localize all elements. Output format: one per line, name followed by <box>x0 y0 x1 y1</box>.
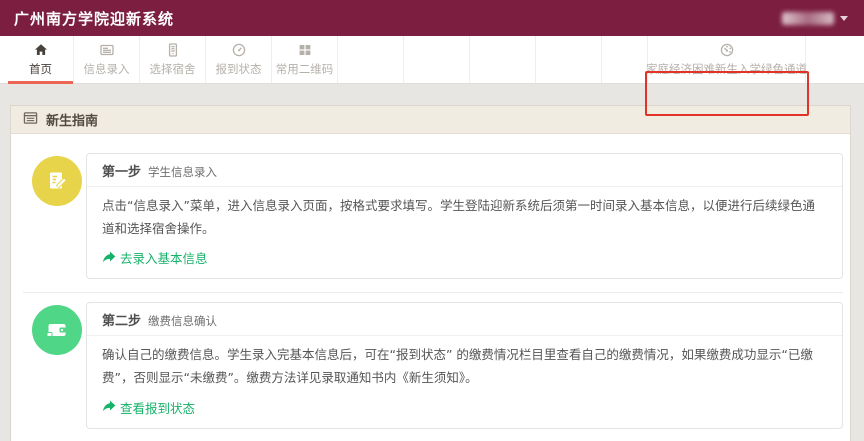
nav-spacer <box>602 36 648 83</box>
tab-checkin-status[interactable]: 报到状态 <box>206 36 272 83</box>
dashboard-icon <box>719 42 735 58</box>
step-1-row: 第一步 学生信息录入 点击“信息录入”菜单，进入信息录入页面，按格式要求填写。学… <box>23 144 843 293</box>
tab-info-entry[interactable]: 信息录入 <box>74 36 140 83</box>
nav-spacer <box>338 36 404 83</box>
wallet-icon <box>32 305 82 355</box>
building-icon <box>165 42 181 58</box>
step-2-link-label: 查看报到状态 <box>120 398 195 417</box>
home-icon <box>33 42 49 58</box>
tab-choose-dorm[interactable]: 选择宿舍 <box>140 36 206 83</box>
step-2-subtitle: 缴费信息确认 <box>148 313 217 329</box>
tab-qr-codes-label: 常用二维码 <box>276 61 334 77</box>
freshman-guide-panel: 新生指南 第一步 学生信息录入 点击“信息录入”菜单，进入信息录入页面，按格式要… <box>10 105 851 441</box>
step-2-card: 第二步 缴费信息确认 确认自己的缴费信息。学生录入完基本信息后，可在“报到状态”… <box>86 302 843 428</box>
nav-spacer <box>470 36 536 83</box>
tab-qr-codes[interactable]: 常用二维码 <box>272 36 338 83</box>
app-header: 广州南方学院迎新系统 <box>0 0 864 36</box>
document-pencil-icon <box>32 156 82 206</box>
forward-arrow-icon <box>102 250 116 266</box>
panel-header: 新生指南 <box>11 106 850 134</box>
tab-home[interactable]: 首页 <box>8 36 74 83</box>
step-2-row: 第二步 缴费信息确认 确认自己的缴费信息。学生录入完基本信息后，可在“报到状态”… <box>23 293 843 441</box>
tab-choose-dorm-label: 选择宿舍 <box>150 61 196 77</box>
tab-home-label: 首页 <box>29 61 52 77</box>
clock-icon <box>231 42 247 58</box>
step-2-body: 确认自己的缴费信息。学生录入完基本信息后，可在“报到状态” 的缴费情况栏目里查看… <box>87 336 842 427</box>
step-1-card: 第一步 学生信息录入 点击“信息录入”菜单，进入信息录入页面，按格式要求填写。学… <box>86 153 843 279</box>
panel-body: 第一步 学生信息录入 点击“信息录入”菜单，进入信息录入页面，按格式要求填写。学… <box>11 134 850 441</box>
step-1-label: 第一步 <box>102 161 141 180</box>
panel-title: 新生指南 <box>46 110 98 129</box>
main-nav: 首页 信息录入 选择宿舍 报到状态 常用二维码 家庭经济困难新生入学绿色通道 <box>0 36 864 84</box>
step-1-title: 第一步 学生信息录入 <box>87 154 842 187</box>
chevron-down-icon <box>840 16 848 21</box>
step-2-title: 第二步 缴费信息确认 <box>87 303 842 336</box>
user-menu[interactable] <box>782 12 848 25</box>
forward-arrow-icon <box>102 399 116 415</box>
guide-list-icon <box>23 110 38 129</box>
nav-spacer <box>806 36 864 83</box>
step-1-body: 点击“信息录入”菜单，进入信息录入页面，按格式要求填写。学生登陆迎新系统后须第一… <box>87 187 842 278</box>
step-1-description: 点击“信息录入”菜单，进入信息录入页面，按格式要求填写。学生登陆迎新系统后须第一… <box>102 194 827 240</box>
page-content: 新生指南 第一步 学生信息录入 点击“信息录入”菜单，进入信息录入页面，按格式要… <box>0 84 864 441</box>
nav-spacer <box>404 36 470 83</box>
step-2-action-link[interactable]: 查看报到状态 <box>102 398 195 417</box>
user-name-redacted <box>782 12 834 25</box>
app-title: 广州南方学院迎新系统 <box>14 8 174 29</box>
step-1-link-label: 去录入基本信息 <box>120 248 208 267</box>
step-2-description: 确认自己的缴费信息。学生录入完基本信息后，可在“报到状态” 的缴费情况栏目里查看… <box>102 343 827 389</box>
tab-info-entry-label: 信息录入 <box>84 61 130 77</box>
tab-green-channel[interactable]: 家庭经济困难新生入学绿色通道 <box>648 36 806 83</box>
nav-spacer <box>536 36 602 83</box>
step-1-subtitle: 学生信息录入 <box>148 164 217 180</box>
tab-checkin-status-label: 报到状态 <box>216 61 262 77</box>
id-card-icon <box>99 42 115 58</box>
tab-green-channel-label: 家庭经济困难新生入学绿色通道 <box>646 61 807 77</box>
step-1-action-link[interactable]: 去录入基本信息 <box>102 248 208 267</box>
grid-icon <box>297 42 313 58</box>
step-2-label: 第二步 <box>102 310 141 329</box>
